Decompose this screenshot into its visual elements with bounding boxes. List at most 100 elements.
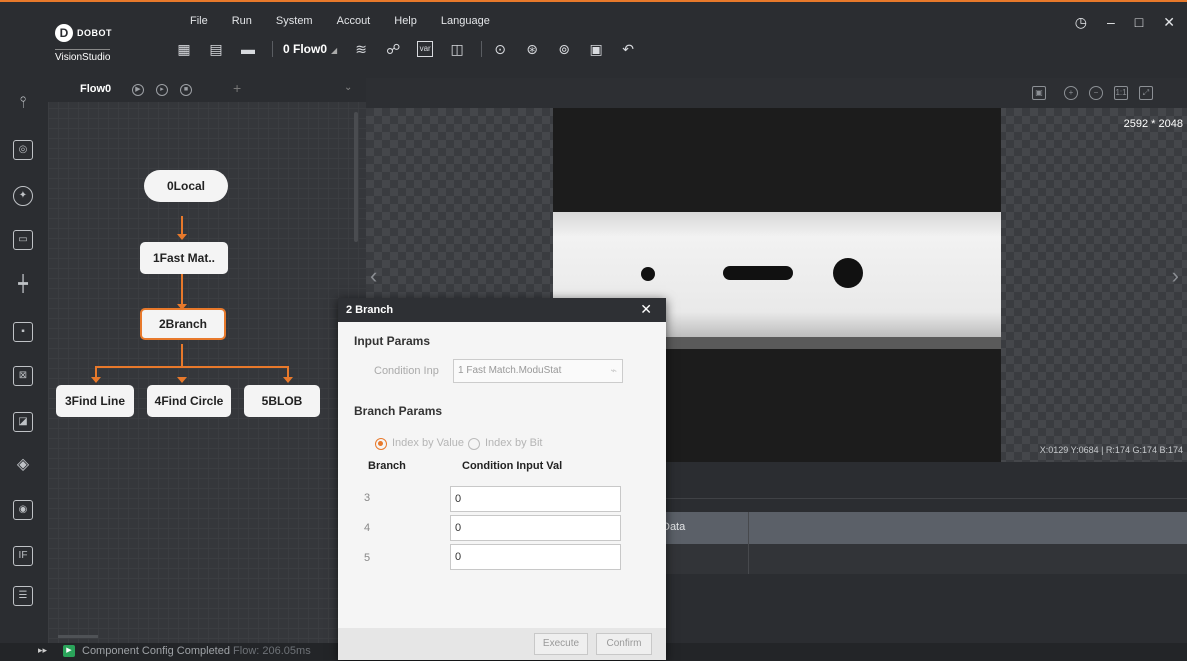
- toolbar-divider: [481, 41, 483, 57]
- close-button[interactable]: ✕: [1163, 14, 1175, 31]
- radio-index-by-bit-label: Index by Bit: [485, 437, 543, 449]
- menu-account[interactable]: Accout: [325, 15, 383, 27]
- open-folder-icon[interactable]: ▬: [240, 41, 256, 57]
- save-icon[interactable]: ▤: [208, 41, 224, 57]
- radio-index-by-value[interactable]: [375, 438, 387, 450]
- fit-image-icon[interactable]: ▣: [1032, 86, 1046, 100]
- dialog-close-icon[interactable]: ✕: [640, 301, 652, 318]
- locate-icon[interactable]: ✦: [13, 186, 33, 206]
- condition-value-input[interactable]: 0: [450, 515, 621, 541]
- condition-input-label: Condition Inp: [374, 365, 439, 377]
- flow-run-once-icon[interactable]: ▶: [132, 84, 144, 96]
- brand-name: DOBOT: [77, 28, 112, 38]
- defect-icon[interactable]: ◉: [13, 500, 33, 520]
- tool-icon[interactable]: ⫯: [13, 94, 33, 114]
- zoom-in-icon[interactable]: +: [1064, 86, 1078, 100]
- app-window: D DOBOT VisionStudio File Run System Acc…: [0, 0, 1187, 661]
- maximize-button[interactable]: □: [1135, 14, 1143, 31]
- image-size-label: 2592 * 2048: [1123, 118, 1183, 130]
- flow-node-fast-match[interactable]: 1Fast Mat..: [140, 242, 228, 274]
- calibrate-icon[interactable]: ┿: [13, 276, 33, 296]
- add-flow-button[interactable]: +: [233, 80, 241, 96]
- condition-value-input[interactable]: 0: [450, 544, 621, 570]
- undo-icon[interactable]: ↶: [620, 41, 636, 57]
- dobot-logo-icon: D: [55, 24, 73, 42]
- image-process-icon[interactable]: ◪: [13, 412, 33, 432]
- camera-icon[interactable]: ◎: [13, 140, 33, 160]
- new-solution-icon[interactable]: ▦: [176, 41, 192, 57]
- flow-arrow-icon: [177, 234, 187, 240]
- flow-node-find-circle[interactable]: 4Find Circle: [147, 385, 231, 417]
- slot-hole: [723, 266, 793, 280]
- branch-number: 5: [364, 552, 371, 564]
- network-icon[interactable]: ☍: [385, 41, 401, 57]
- expand-icon[interactable]: ▸▸: [38, 645, 47, 656]
- color-icon[interactable]: ◈: [13, 456, 33, 476]
- fullscreen-icon[interactable]: ⤢: [1139, 86, 1153, 100]
- flow-selector[interactable]: 0 Flow0 ◢: [283, 42, 337, 56]
- condition-input-field[interactable]: 1 Fast Match.ModuStat ⌁: [453, 359, 623, 383]
- flow-scrollbar[interactable]: [354, 112, 358, 242]
- run-loop-icon[interactable]: ⊛: [524, 41, 540, 57]
- flow-run-loop-icon[interactable]: ▸: [156, 84, 168, 96]
- chevron-down-icon[interactable]: ⌄: [344, 82, 352, 93]
- stop-icon[interactable]: ⊚: [556, 41, 572, 57]
- title-bar: D DOBOT VisionStudio File Run System Acc…: [0, 0, 1187, 78]
- flow-edge: [181, 344, 183, 366]
- column-divider[interactable]: [748, 512, 749, 574]
- flow-node-branch[interactable]: 2Branch: [140, 308, 226, 340]
- panel-splitter[interactable]: [58, 635, 98, 638]
- flow-stop-icon[interactable]: ■: [180, 84, 192, 96]
- flow-node-local[interactable]: 0Local: [144, 170, 228, 202]
- measure-icon[interactable]: ▭: [13, 230, 33, 250]
- window-controls: ◷ – □ ✕: [1075, 14, 1175, 31]
- variable-icon[interactable]: var: [417, 41, 434, 57]
- communication-icon[interactable]: ☰: [13, 586, 33, 606]
- condition-value-input[interactable]: 0: [450, 486, 621, 512]
- minimize-button[interactable]: –: [1107, 14, 1115, 31]
- menu-language[interactable]: Language: [429, 15, 502, 27]
- menu-system[interactable]: System: [264, 15, 325, 27]
- actual-size-icon[interactable]: 1:1: [1114, 86, 1128, 100]
- input-params-heading: Input Params: [354, 334, 431, 348]
- flow-node-blob[interactable]: 5BLOB: [244, 385, 320, 417]
- next-image-icon[interactable]: ›: [1172, 263, 1179, 289]
- zoom-out-icon[interactable]: −: [1089, 86, 1103, 100]
- menu-run[interactable]: Run: [220, 15, 264, 27]
- flow-panel: Flow0 ▶ ▸ ■ + ⌄ 0Local 1Fast Mat.. 2Bran…: [48, 78, 366, 643]
- dialog-header: 2 Branch ✕: [338, 298, 666, 322]
- clock-icon[interactable]: ◷: [1075, 14, 1087, 31]
- condition-input-value: 1 Fast Match.ModuStat: [458, 365, 562, 376]
- menu-file[interactable]: File: [178, 15, 220, 27]
- radio-index-by-bit[interactable]: [468, 438, 480, 450]
- flow-arrow-icon: [283, 377, 293, 383]
- column-condition-value: Condition Input Val: [462, 460, 563, 472]
- logic-icon[interactable]: IF: [13, 546, 33, 566]
- link-icon[interactable]: ⌁: [610, 364, 617, 377]
- branch-number: 3: [364, 492, 371, 504]
- flow-node-find-line[interactable]: 3Find Line: [56, 385, 134, 417]
- layers-icon[interactable]: ≋: [353, 41, 369, 57]
- small-hole: [641, 267, 655, 281]
- execute-button[interactable]: Execute: [534, 633, 588, 655]
- recognize-icon[interactable]: ▪: [13, 322, 33, 342]
- menu-help[interactable]: Help: [382, 15, 429, 27]
- status-message: Component Config Completed: [82, 645, 230, 657]
- vision-icon[interactable]: ⊠: [13, 366, 33, 386]
- large-hole: [833, 258, 863, 288]
- dialog-title: 2 Branch: [346, 304, 394, 316]
- prev-image-icon[interactable]: ‹: [370, 263, 377, 289]
- function-icon[interactable]: ▣: [588, 41, 604, 57]
- camera-io-icon[interactable]: ◫: [449, 41, 465, 57]
- status-bar: ▸▸ ▶ Component Config Completed Flow: 20…: [0, 643, 366, 661]
- branch-number: 4: [364, 522, 371, 534]
- confirm-button[interactable]: Confirm: [596, 633, 652, 655]
- radio-index-by-value-label: Index by Value: [392, 437, 464, 449]
- image-toolbar: ▣ + − 1:1 ⤢: [366, 78, 1187, 108]
- flow-tab-bar: Flow0 ▶ ▸ ■ + ⌄: [48, 78, 366, 102]
- status-text: Component Config Completed Flow: 206.05m…: [82, 645, 311, 657]
- tab-flow0[interactable]: Flow0: [80, 83, 111, 95]
- run-once-icon[interactable]: ⊙: [492, 41, 508, 57]
- toolbar-divider: [272, 41, 273, 57]
- status-detail: Flow: 206.05ms: [233, 645, 311, 657]
